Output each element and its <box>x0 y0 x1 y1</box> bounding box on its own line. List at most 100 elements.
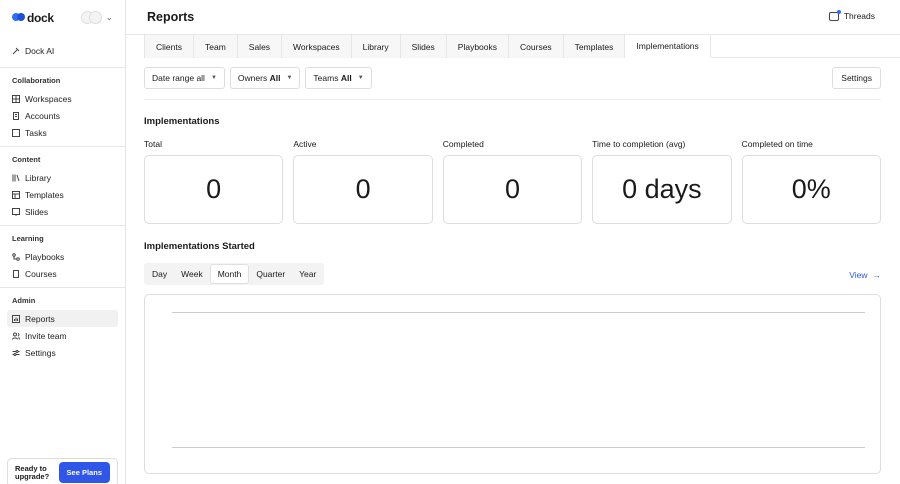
view-link-label: View <box>849 270 868 280</box>
sidebar-item-templates[interactable]: Templates <box>12 186 113 203</box>
sidebar-item-label: Slides <box>25 206 49 217</box>
section-title-admin: Admin <box>12 296 36 305</box>
range-quarter[interactable]: Quarter <box>249 264 292 284</box>
metric-label: Completed <box>442 139 484 149</box>
filter-value: All <box>340 73 352 83</box>
metric-label: Completed on time <box>741 139 813 149</box>
metric-label: Total <box>144 139 162 149</box>
sidebar-item-label: Reports <box>25 313 55 324</box>
dock-logo[interactable]: dock <box>12 11 54 25</box>
library-icon <box>12 174 20 182</box>
arrow-right-icon: → <box>872 270 882 280</box>
sidebar-item-tasks[interactable]: Tasks <box>12 124 113 141</box>
range-week[interactable]: Week <box>174 264 210 284</box>
sidebar-item-dock-ai[interactable]: Dock AI <box>12 42 113 59</box>
section-title-learning: Learning <box>12 234 44 243</box>
workspace-switcher[interactable]: ⌄ <box>80 11 113 24</box>
filter-label: Owners <box>237 73 268 83</box>
metric-value: 0 <box>293 155 433 224</box>
tab-slides[interactable]: Slides <box>400 35 447 58</box>
threads-icon <box>828 9 841 21</box>
book-icon <box>12 269 20 278</box>
sidebar-item-workspaces[interactable]: Workspaces <box>12 90 113 107</box>
implementations-chart <box>144 294 881 474</box>
sidebar-item-playbooks[interactable]: Playbooks <box>12 248 113 265</box>
brand-name: dock <box>27 10 54 25</box>
main-content: Reports Threads Clients Team Sales Works… <box>126 0 900 484</box>
chevron-down-icon: ▼ <box>210 75 217 81</box>
range-year[interactable]: Year <box>292 264 323 284</box>
see-plans-button[interactable]: See Plans <box>58 462 110 483</box>
filter-value: All <box>269 73 281 83</box>
upgrade-panel: Ready to upgrade? See Plans <box>7 458 118 484</box>
teams-filter[interactable]: Teams All ▼ <box>305 67 372 89</box>
sidebar-item-label: Invite team <box>25 330 67 341</box>
range-month[interactable]: Month <box>209 264 250 284</box>
dock-logo-icon <box>12 13 25 22</box>
filters-bar: Date range all ▼ Owners All ▼ Teams All … <box>144 67 372 89</box>
sidebar-item-reports[interactable]: Reports <box>7 310 118 327</box>
metrics-row: Total 0 Active 0 Completed 0 Time to com… <box>144 139 881 224</box>
logo-row: dock ⌄ <box>0 0 125 35</box>
upgrade-text: Ready to upgrade? <box>15 463 50 481</box>
sidebar-item-slides[interactable]: Slides <box>12 203 113 220</box>
metric-completed-on-time: Completed on time 0% <box>741 139 881 224</box>
tab-sales[interactable]: Sales <box>237 35 283 58</box>
metric-label: Active <box>293 139 317 149</box>
tab-library[interactable]: Library <box>351 35 401 58</box>
chevron-down-icon: ▼ <box>357 75 364 81</box>
owners-filter[interactable]: Owners All ▼ <box>229 67 301 89</box>
chart-gridline-bottom <box>172 447 865 448</box>
metric-value: 0 <box>144 155 284 224</box>
sidebar-item-label: Library <box>25 172 51 183</box>
sidebar-item-library[interactable]: Library <box>12 169 113 186</box>
slides-icon <box>12 207 20 216</box>
metric-value: 0 <box>442 155 583 224</box>
sidebar-item-settings[interactable]: Settings <box>12 344 113 361</box>
metric-total: Total 0 <box>144 139 284 224</box>
settings-button[interactable]: Settings <box>832 67 881 89</box>
sidebar-item-label: Dock AI <box>25 45 55 56</box>
sliders-icon <box>12 349 20 357</box>
tab-workspaces[interactable]: Workspaces <box>282 35 352 58</box>
report-tabs: Clients Team Sales Workspaces Library Sl… <box>144 35 711 58</box>
users-icon <box>12 332 20 340</box>
sidebar-item-accounts[interactable]: Accounts <box>12 107 113 124</box>
page-title: Reports <box>147 10 195 24</box>
metric-label: Time to completion (avg) <box>592 139 686 149</box>
sidebar-item-courses[interactable]: Courses <box>12 265 113 282</box>
sidebar: dock ⌄ Dock AI Collaboration Workspaces … <box>0 0 126 484</box>
sidebar-item-label: Playbooks <box>25 251 65 262</box>
range-day[interactable]: Day <box>145 264 174 284</box>
sidebar-item-label: Accounts <box>25 110 60 121</box>
tab-implementations[interactable]: Implementations <box>625 35 711 58</box>
tab-courses[interactable]: Courses <box>509 35 564 58</box>
section-title-content: Content <box>12 155 41 164</box>
topbar: Reports Threads <box>126 0 900 35</box>
threads-button[interactable]: Threads <box>828 9 875 21</box>
implementations-started-title: Implementations Started <box>144 241 255 252</box>
metric-completed: Completed 0 <box>442 139 583 224</box>
tab-playbooks[interactable]: Playbooks <box>446 35 510 58</box>
filter-value: all <box>196 73 205 83</box>
metric-time-to-completion: Time to completion (avg) 0 days <box>592 139 732 224</box>
tab-clients[interactable]: Clients <box>144 35 194 58</box>
threads-label: Threads <box>843 11 875 21</box>
date-range-filter[interactable]: Date range all ▼ <box>144 67 225 89</box>
sidebar-item-label: Courses <box>25 268 57 279</box>
sparkle-icon <box>12 47 20 55</box>
playbook-icon <box>12 252 20 261</box>
tab-team[interactable]: Team <box>193 35 238 58</box>
sidebar-item-label: Settings <box>25 347 56 358</box>
filter-label: Date range <box>152 73 195 83</box>
filter-label: Teams <box>313 73 339 83</box>
sidebar-item-label: Workspaces <box>25 93 72 104</box>
sidebar-item-label: Tasks <box>25 127 47 138</box>
workspace-avatars <box>80 11 102 24</box>
sidebar-item-invite-team[interactable]: Invite team <box>12 327 113 344</box>
metric-value: 0% <box>741 155 881 224</box>
filters-divider <box>144 99 881 100</box>
view-link[interactable]: View → <box>849 270 881 280</box>
checkbox-icon <box>12 128 20 137</box>
tab-templates[interactable]: Templates <box>563 35 626 58</box>
